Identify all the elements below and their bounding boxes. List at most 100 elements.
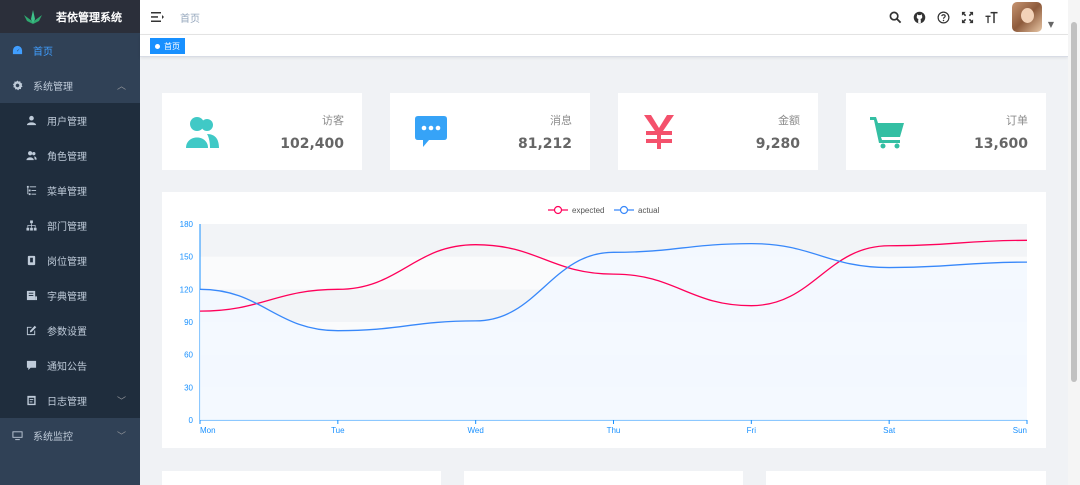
post-icon bbox=[26, 255, 37, 266]
sidebar-item-label: 参数设置 bbox=[47, 327, 87, 338]
tree-table-icon bbox=[26, 185, 37, 196]
caret-down-icon[interactable]: ▼ bbox=[1048, 20, 1054, 29]
sidebar-item-label: 部门管理 bbox=[47, 222, 87, 233]
card-value: 81,212 bbox=[517, 135, 572, 152]
y-tick-label: 0 bbox=[189, 416, 194, 425]
card-value: 13,600 bbox=[973, 135, 1028, 152]
y-tick-label: 120 bbox=[180, 285, 194, 294]
message-icon bbox=[26, 360, 37, 371]
help-icon[interactable] bbox=[936, 10, 951, 25]
y-tick-label: 60 bbox=[184, 351, 193, 360]
chevron-down-icon: ﹀ bbox=[116, 432, 126, 442]
sidebar-item-label: 通知公告 bbox=[47, 362, 87, 373]
avatar[interactable] bbox=[1011, 2, 1042, 32]
peoples-icon bbox=[182, 111, 224, 153]
sidebar-item-label: 字典管理 bbox=[47, 292, 87, 303]
font-size-icon[interactable] bbox=[984, 10, 999, 25]
x-tick-label: Sat bbox=[883, 426, 896, 435]
sidebar-item-post[interactable]: 岗位管理 bbox=[0, 243, 140, 278]
sidebar-item-label: 菜单管理 bbox=[47, 187, 87, 198]
card-messages[interactable]: 消息 81,212 bbox=[390, 93, 590, 170]
legend-marker-expected bbox=[553, 205, 563, 215]
sidebar-item-label: 系统监控 bbox=[33, 432, 73, 443]
sidebar-item-log[interactable]: 日志管理 ﹀ bbox=[0, 383, 140, 418]
sidebar-item-dept[interactable]: 部门管理 bbox=[0, 208, 140, 243]
fullscreen-icon[interactable] bbox=[960, 10, 975, 25]
legend-label: actual bbox=[638, 206, 660, 215]
x-tick-label: Fri bbox=[747, 426, 757, 435]
sidebar-item-dict[interactable]: 字典管理 bbox=[0, 278, 140, 313]
sidebar-item-monitor[interactable]: 系统监控 ﹀ bbox=[0, 418, 140, 453]
app-title: 若依管理系统 bbox=[56, 10, 122, 24]
x-tick-label: Wed bbox=[468, 426, 484, 435]
x-tick-label: Sun bbox=[1013, 426, 1027, 435]
navbar-right: ▼ bbox=[888, 0, 1068, 35]
sidebar-item-home[interactable]: 首页 bbox=[0, 33, 140, 68]
x-tick-label: Thu bbox=[607, 426, 621, 435]
sidebar-item-label: 首页 bbox=[33, 47, 53, 58]
monitor-icon bbox=[12, 430, 23, 441]
x-tick-label: Mon bbox=[200, 426, 216, 435]
bottom-panel-right bbox=[766, 471, 1046, 485]
money-icon bbox=[638, 111, 680, 153]
legend-label: expected bbox=[572, 206, 604, 215]
sidebar-item-label: 角色管理 bbox=[47, 152, 87, 163]
active-dot bbox=[155, 43, 160, 49]
line-chart: 0 30 60 90 120 150 180 Mon Tue Wed Thu Fri Sat Sun exp… bbox=[180, 205, 1028, 435]
y-tick-label: 150 bbox=[180, 253, 194, 262]
bottom-panel-left bbox=[162, 471, 441, 485]
dashboard-icon bbox=[12, 45, 23, 56]
card-value: 9,280 bbox=[755, 135, 800, 152]
github-icon[interactable] bbox=[912, 10, 927, 25]
card-visitors[interactable]: 访客 102,400 bbox=[162, 93, 362, 170]
user-icon bbox=[26, 115, 37, 126]
tag-label: 首页 bbox=[164, 41, 180, 51]
bottom-panel-middle bbox=[464, 471, 743, 485]
navbar: 首页 ▼ bbox=[140, 0, 1068, 35]
shopping-icon bbox=[866, 111, 908, 153]
sidebar-item-user[interactable]: 用户管理 bbox=[0, 103, 140, 138]
y-tick-label: 30 bbox=[184, 383, 193, 392]
y-tick-label: 180 bbox=[180, 220, 194, 229]
card-label: 消息 bbox=[550, 113, 572, 127]
card-label: 订单 bbox=[1006, 113, 1028, 127]
sidebar-item-label: 用户管理 bbox=[47, 117, 87, 128]
x-tick-label: Tue bbox=[331, 426, 345, 435]
sidebar-item-role[interactable]: 角色管理 bbox=[0, 138, 140, 173]
legend-marker-actual bbox=[619, 205, 629, 215]
tree-icon bbox=[26, 220, 37, 231]
submenu-system: 用户管理 角色管理 菜单管理 部门管理 岗位管理 字典管理 参数设置 通知公告 bbox=[0, 103, 140, 418]
card-label: 金额 bbox=[778, 113, 800, 127]
sidebar-item-label: 系统管理 bbox=[33, 82, 73, 93]
hamburger-icon[interactable] bbox=[150, 10, 164, 24]
sidebar-item-notice[interactable]: 通知公告 bbox=[0, 348, 140, 383]
card-orders[interactable]: 订单 13,600 bbox=[846, 93, 1046, 170]
chevron-up-icon: ︿ bbox=[116, 82, 126, 92]
log-icon bbox=[26, 395, 37, 406]
sidebar-item-config[interactable]: 参数设置 bbox=[0, 313, 140, 348]
edit-icon bbox=[26, 325, 37, 336]
gear-icon bbox=[12, 80, 23, 91]
page-scrollbar[interactable] bbox=[1068, 0, 1080, 485]
tag-home[interactable]: 首页 bbox=[150, 38, 185, 54]
sidebar-item-system[interactable]: 系统管理 ︿ bbox=[0, 68, 140, 103]
sidebar: 若依管理系统 首页 系统管理 ︿ 用户管理 角色管理 菜单管理 部门管理 岗位管… bbox=[0, 0, 140, 485]
peoples-icon bbox=[26, 150, 37, 161]
search-icon[interactable] bbox=[888, 10, 903, 25]
dict-icon bbox=[26, 290, 37, 301]
sidebar-item-label: 岗位管理 bbox=[47, 257, 87, 268]
line-chart-panel: 0 30 60 90 120 150 180 Mon Tue Wed Thu Fri Sat Sun exp… bbox=[162, 192, 1046, 448]
breadcrumb[interactable]: 首页 bbox=[180, 10, 200, 25]
logo[interactable]: 若依管理系统 bbox=[0, 0, 140, 33]
tags-view: 首页 bbox=[140, 35, 1068, 57]
scrollbar-thumb[interactable] bbox=[1071, 22, 1077, 382]
chevron-down-icon: ﹀ bbox=[116, 397, 126, 407]
card-label: 访客 bbox=[322, 113, 344, 127]
card-amount[interactable]: 金额 9,280 bbox=[618, 93, 818, 170]
sidebar-item-menu[interactable]: 菜单管理 bbox=[0, 173, 140, 208]
y-tick-label: 90 bbox=[184, 318, 193, 327]
card-value: 102,400 bbox=[280, 135, 344, 152]
logo-icon bbox=[24, 9, 42, 24]
message-icon bbox=[410, 111, 452, 153]
sidebar-item-label: 日志管理 bbox=[47, 397, 87, 408]
